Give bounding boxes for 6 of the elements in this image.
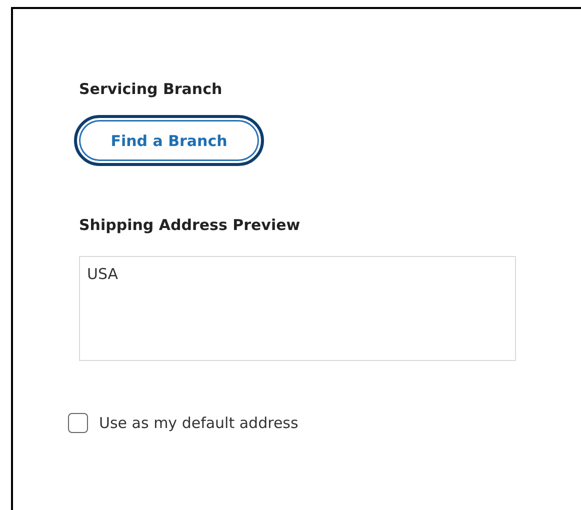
checkbox-label: Use as my default address	[99, 414, 298, 432]
section-heading: Shipping Address Preview	[79, 216, 300, 234]
address-preview-field[interactable]: USA	[79, 256, 516, 361]
default-address-checkbox[interactable]	[68, 413, 88, 433]
find-branch-button[interactable]: Find a Branch	[74, 115, 264, 166]
section-heading: Servicing Branch	[79, 80, 222, 98]
